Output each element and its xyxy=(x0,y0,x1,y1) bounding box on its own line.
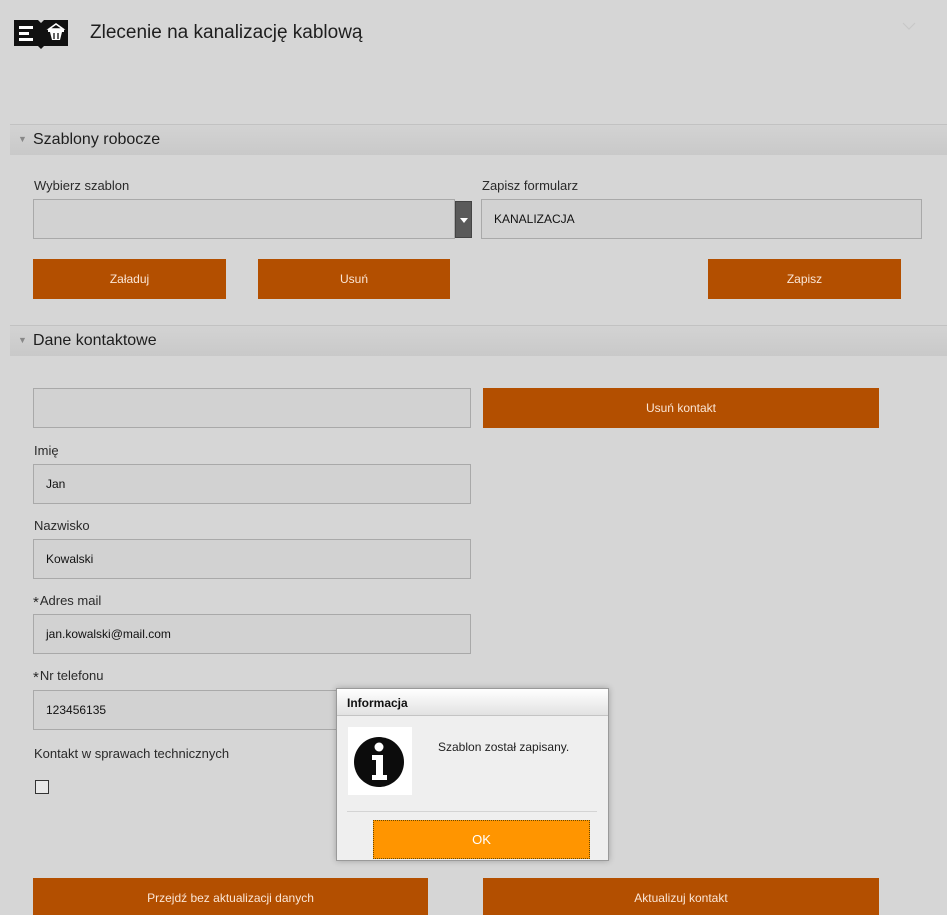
dropdown-arrow-icon[interactable] xyxy=(455,201,472,238)
app-logo-icon xyxy=(13,16,69,52)
load-template-button[interactable]: Załaduj xyxy=(33,259,226,299)
contact-select[interactable] xyxy=(33,388,471,428)
collapse-caret-icon: ▼ xyxy=(18,134,27,144)
required-mark: * xyxy=(33,669,39,686)
update-contact-button[interactable]: Aktualizuj kontakt xyxy=(483,878,879,915)
dialog-message: Szablon został zapisany. xyxy=(438,740,570,754)
last-name-label: Nazwisko xyxy=(34,518,90,533)
page-title: Zlecenie na kanalizację kablową xyxy=(90,22,363,43)
section-title: Dane kontaktowe xyxy=(33,332,157,349)
skip-update-button[interactable]: Przejdź bez aktualizacji danych xyxy=(33,878,428,915)
section-title: Szablony robocze xyxy=(33,131,161,148)
phone-label-text: Nr telefonu xyxy=(39,668,104,683)
ok-button[interactable]: OK xyxy=(373,820,590,859)
save-form-label: Zapisz formularz xyxy=(482,178,579,193)
dialog-titlebar[interactable]: Informacja xyxy=(337,689,608,716)
tech-contact-label: Kontakt w sprawach technicznych xyxy=(34,746,230,761)
last-name-field[interactable]: Kowalski xyxy=(33,539,471,579)
remove-contact-button[interactable]: Usuń kontakt xyxy=(483,388,879,428)
info-dialog: Informacja Szablon został zapisany. OK xyxy=(336,688,609,861)
tech-contact-checkbox[interactable] xyxy=(35,780,49,794)
choose-template-label: Wybierz szablon xyxy=(34,178,130,193)
collapse-caret-icon: ▼ xyxy=(18,335,27,345)
email-label-text: Adres mail xyxy=(39,593,102,608)
dialog-title: Informacja xyxy=(347,696,408,710)
save-template-button[interactable]: Zapisz xyxy=(708,259,901,299)
required-mark: * xyxy=(33,594,39,611)
info-icon xyxy=(348,727,412,795)
phone-label: *Nr telefonu xyxy=(33,667,104,686)
dialog-divider xyxy=(347,811,597,812)
first-name-label: Imię xyxy=(34,443,59,458)
section-header-contact[interactable]: ▼ Dane kontaktowe xyxy=(10,325,947,356)
template-select[interactable] xyxy=(33,199,455,239)
email-label: *Adres mail xyxy=(33,592,102,611)
first-name-field[interactable]: Jan xyxy=(33,464,471,504)
collapse-chevron-icon[interactable] xyxy=(902,18,916,30)
delete-template-button[interactable]: Usuń xyxy=(258,259,450,299)
email-field[interactable]: jan.kowalski@mail.com xyxy=(33,614,471,654)
section-header-templates[interactable]: ▼ Szablony robocze xyxy=(10,124,947,155)
save-form-input[interactable]: KANALIZACJA xyxy=(481,199,922,239)
